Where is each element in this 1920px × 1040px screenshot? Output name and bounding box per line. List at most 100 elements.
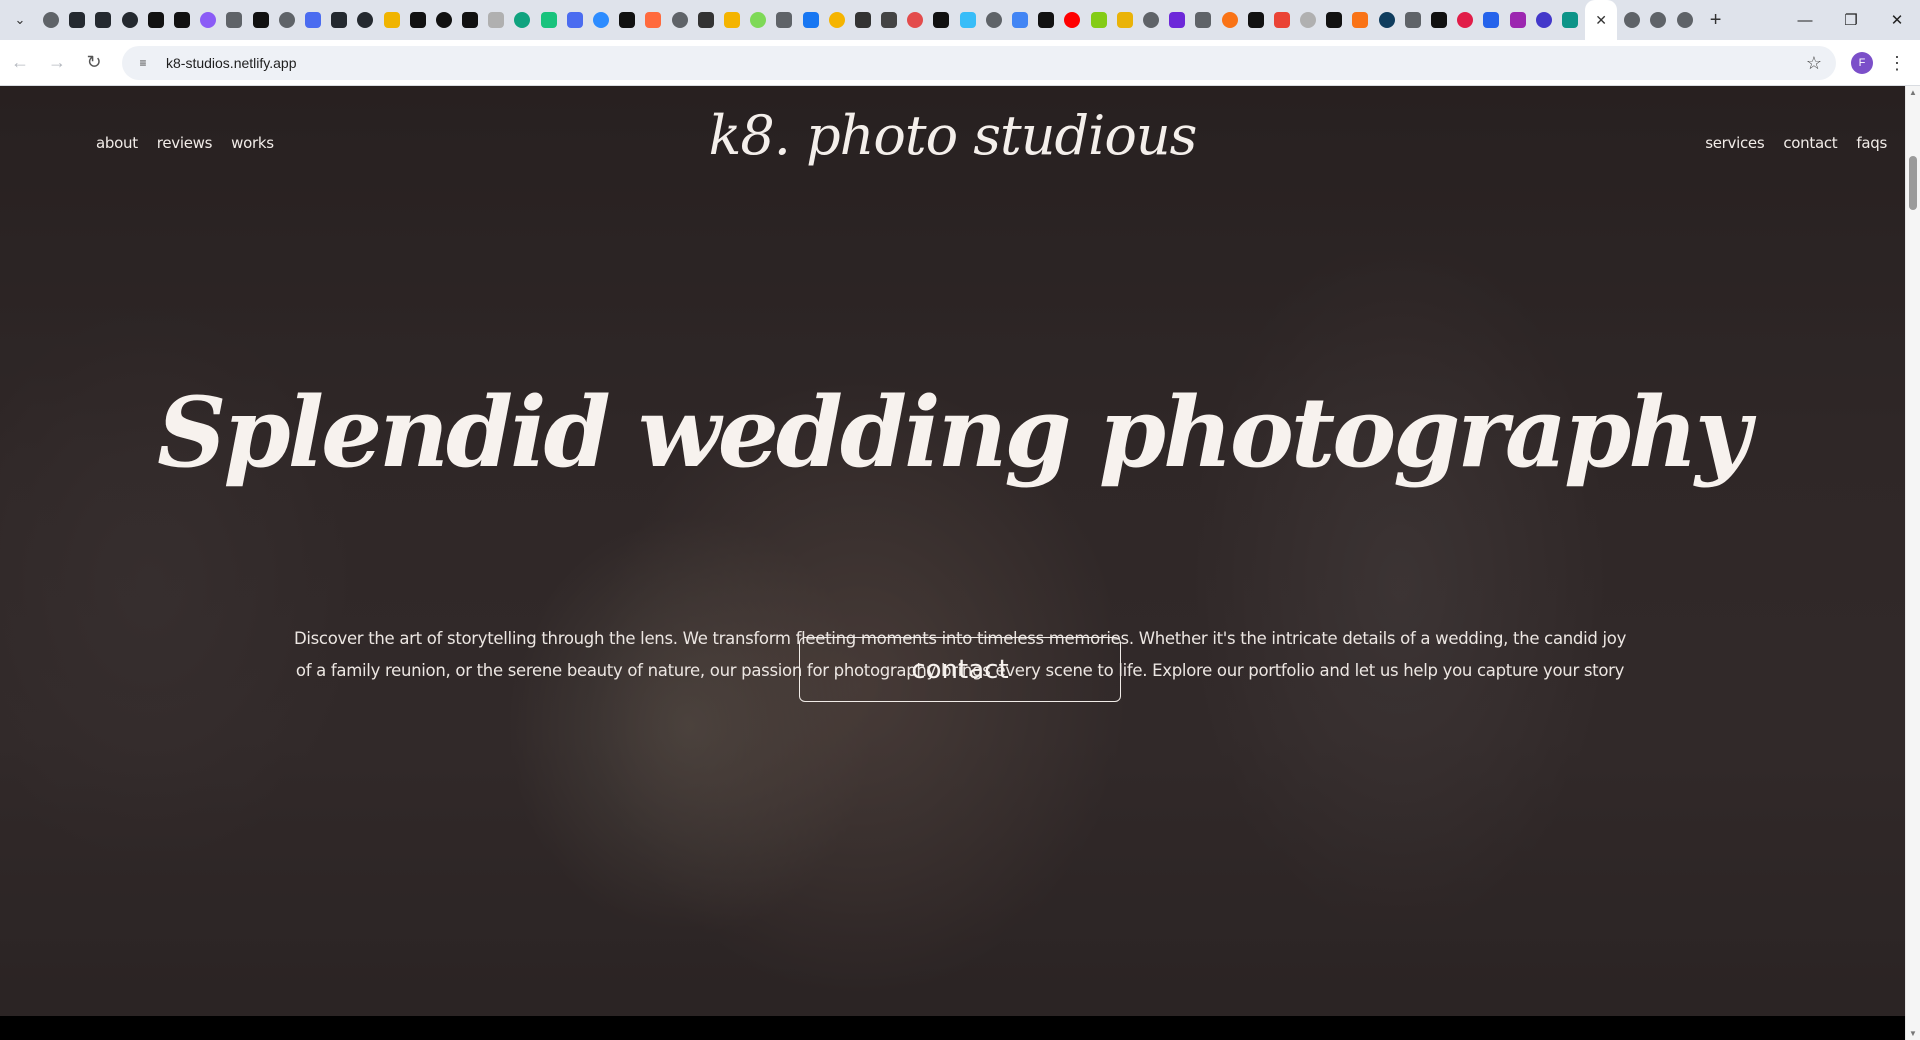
minimize-button[interactable]: — [1782, 0, 1828, 40]
nav-link-contact[interactable]: contact [1783, 134, 1837, 158]
pinned-tab[interactable] [771, 0, 797, 40]
pinned-tab[interactable] [1295, 0, 1321, 40]
nav-link-services[interactable]: services [1705, 134, 1764, 158]
favicon-icon [1457, 12, 1474, 28]
pinned-tab[interactable] [38, 0, 64, 40]
pinned-tab[interactable] [378, 0, 404, 40]
pinned-tab[interactable] [797, 0, 823, 40]
hero-title: Splendid wedding photography [157, 376, 1751, 489]
pinned-tab[interactable] [64, 0, 90, 40]
close-window-button[interactable]: ✕ [1874, 0, 1920, 40]
favicon-icon [278, 12, 295, 28]
tab-search-button[interactable]: ⌄ [6, 6, 34, 34]
site-logo[interactable]: k8. photo studious [0, 104, 1905, 167]
pinned-tab[interactable] [1347, 0, 1373, 40]
pinned-tab[interactable] [902, 0, 928, 40]
pinned-tab[interactable] [693, 0, 719, 40]
pinned-tab[interactable] [431, 0, 457, 40]
pinned-tabs: ✕ [38, 0, 1698, 40]
restore-button[interactable]: ❐ [1828, 0, 1874, 40]
pinned-tab[interactable] [1452, 0, 1478, 40]
pinned-tab[interactable] [169, 0, 195, 40]
pinned-tab[interactable] [195, 0, 221, 40]
pinned-tab[interactable] [1671, 0, 1697, 40]
pinned-tab[interactable] [1505, 0, 1531, 40]
favicon-icon [95, 12, 112, 28]
favicon-icon [1326, 12, 1343, 28]
pinned-tab[interactable] [667, 0, 693, 40]
pinned-tab[interactable] [955, 0, 981, 40]
pinned-tab[interactable] [562, 0, 588, 40]
pinned-tab[interactable] [745, 0, 771, 40]
pinned-tab[interactable] [221, 0, 247, 40]
pinned-tab[interactable] [1400, 0, 1426, 40]
active-tab[interactable]: ✕ [1585, 0, 1618, 40]
pinned-tab[interactable] [850, 0, 876, 40]
pinned-tab[interactable] [1033, 0, 1059, 40]
pinned-tab[interactable] [300, 0, 326, 40]
scrollbar-thumb[interactable] [1909, 156, 1917, 210]
pinned-tab[interactable] [928, 0, 954, 40]
pinned-tab[interactable] [1112, 0, 1138, 40]
pinned-tab[interactable] [352, 0, 378, 40]
pinned-tab[interactable] [719, 0, 745, 40]
favicon-icon [593, 12, 610, 28]
site-info-button[interactable]: ≡ [132, 52, 154, 74]
pinned-tab[interactable] [1426, 0, 1452, 40]
pinned-tab[interactable] [824, 0, 850, 40]
pinned-tab[interactable] [248, 0, 274, 40]
profile-avatar[interactable]: F [1851, 52, 1873, 74]
pinned-tab[interactable] [143, 0, 169, 40]
pinned-tab[interactable] [981, 0, 1007, 40]
pinned-tab[interactable] [326, 0, 352, 40]
scroll-down-icon[interactable]: ▼ [1909, 1029, 1917, 1038]
kebab-menu-icon[interactable]: ⋮ [1886, 50, 1908, 76]
pinned-tab[interactable] [1086, 0, 1112, 40]
pinned-tab[interactable] [457, 0, 483, 40]
pinned-tab[interactable] [1374, 0, 1400, 40]
arrow-right-icon: → [48, 52, 66, 72]
back-button[interactable]: ← [3, 46, 37, 80]
pinned-tab[interactable] [117, 0, 143, 40]
pinned-tab[interactable] [405, 0, 431, 40]
pinned-tab[interactable] [1059, 0, 1085, 40]
pinned-tab[interactable] [1619, 0, 1645, 40]
pinned-tab[interactable] [1645, 0, 1671, 40]
reload-button[interactable]: ↻ [77, 46, 111, 80]
pinned-tab[interactable] [640, 0, 666, 40]
new-tab-button[interactable]: + [1702, 6, 1730, 34]
page-scrollbar[interactable]: ▲ ▼ [1905, 86, 1920, 1040]
pinned-tab[interactable] [483, 0, 509, 40]
favicon-icon [226, 12, 243, 28]
pinned-tab[interactable] [1164, 0, 1190, 40]
nav-link-faqs[interactable]: faqs [1856, 134, 1887, 158]
pinned-tab[interactable] [1531, 0, 1557, 40]
favicon-icon [985, 12, 1002, 28]
scroll-up-icon[interactable]: ▲ [1909, 88, 1917, 97]
pinned-tab[interactable] [1138, 0, 1164, 40]
pinned-tab[interactable] [1557, 0, 1583, 40]
forward-button[interactable]: → [40, 46, 74, 80]
close-icon[interactable]: ✕ [1593, 12, 1609, 28]
plus-icon: + [1709, 8, 1722, 31]
pinned-tab[interactable] [1321, 0, 1347, 40]
url-text[interactable]: k8-studios.netlify.app [166, 55, 296, 71]
favicon-icon [750, 12, 767, 28]
favicon-icon [1352, 12, 1369, 28]
pinned-tab[interactable] [90, 0, 116, 40]
pinned-tab[interactable] [1190, 0, 1216, 40]
pinned-tab[interactable] [1243, 0, 1269, 40]
pinned-tab[interactable] [1478, 0, 1504, 40]
pinned-tab[interactable] [614, 0, 640, 40]
contact-cta-button[interactable]: contact [799, 637, 1121, 702]
pinned-tab[interactable] [588, 0, 614, 40]
pinned-tab[interactable] [274, 0, 300, 40]
pinned-tab[interactable] [1269, 0, 1295, 40]
pinned-tab[interactable] [876, 0, 902, 40]
pinned-tab[interactable] [536, 0, 562, 40]
pinned-tab[interactable] [509, 0, 535, 40]
pinned-tab[interactable] [1007, 0, 1033, 40]
star-icon[interactable]: ☆ [1806, 53, 1822, 74]
pinned-tab[interactable] [1216, 0, 1242, 40]
address-bar[interactable]: ≡ k8-studios.netlify.app ☆ [122, 46, 1836, 80]
